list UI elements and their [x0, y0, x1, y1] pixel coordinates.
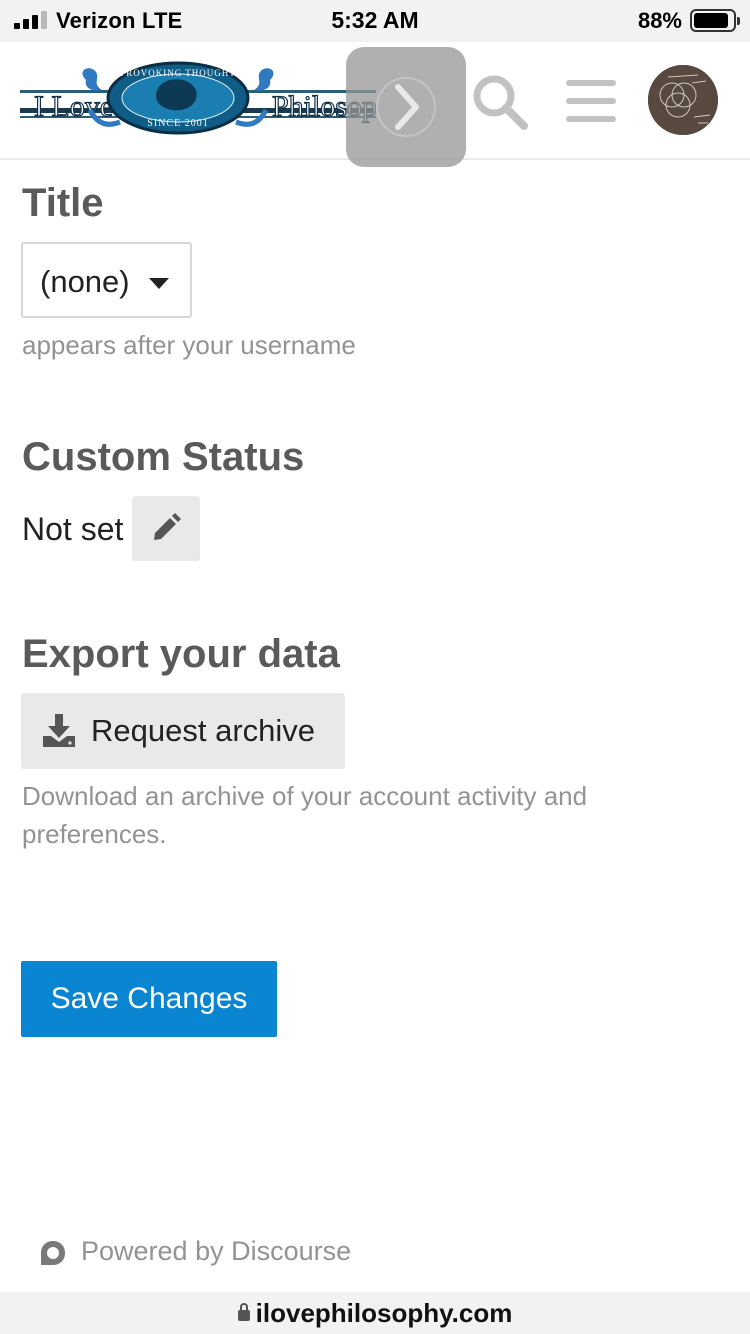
edit-status-button[interactable]	[132, 496, 200, 561]
logo-ring-bottom: SINCE 2001	[147, 118, 208, 129]
site-header: I Love Philosophy PROVOKING THOUGHT SINC…	[0, 42, 750, 167]
avatar[interactable]	[648, 65, 718, 135]
browser-url-bar[interactable]: ilovephilosophy.com	[0, 1292, 750, 1334]
logo-ring-top: PROVOKING THOUGHT	[120, 68, 236, 78]
title-select-value: (none)	[40, 264, 130, 299]
status-bar: Verizon LTE 5:32 AM 88%	[0, 0, 750, 42]
hamburger-menu-icon[interactable]	[566, 80, 618, 124]
download-icon	[43, 714, 75, 747]
chevron-right-icon	[376, 77, 436, 137]
custom-status-heading: Custom Status	[22, 435, 305, 479]
export-help-text: Download an archive of your account acti…	[22, 781, 588, 849]
battery-icon	[690, 9, 740, 32]
lock-icon	[237, 1303, 250, 1321]
powered-by-label: Powered by Discourse	[81, 1236, 352, 1266]
avatar-image	[648, 65, 718, 135]
caret-down-icon	[149, 278, 169, 289]
title-select[interactable]: (none)	[21, 242, 192, 318]
battery-percent: 88%	[637, 8, 682, 33]
search-icon	[473, 75, 528, 130]
site-logo-image: I Love Philosophy PROVOKING THOUGHT SINC…	[20, 61, 376, 135]
site-logo[interactable]: I Love Philosophy PROVOKING THOUGHT SINC…	[20, 60, 376, 140]
custom-status-value: Not set	[22, 511, 124, 547]
url-domain: ilovephilosophy.com	[255, 1298, 513, 1328]
forward-button[interactable]	[346, 47, 466, 167]
title-heading: Title	[22, 181, 104, 225]
save-changes-label: Save Changes	[50, 982, 248, 1015]
save-changes-button[interactable]: Save Changes	[21, 961, 277, 1037]
title-help-text: appears after your username	[22, 330, 356, 360]
request-archive-label: Request archive	[91, 713, 316, 748]
discourse-icon	[41, 1241, 65, 1265]
request-archive-button[interactable]: Request archive	[21, 693, 345, 769]
url-display: ilovephilosophy.com	[0, 1298, 750, 1329]
export-heading: Export your data	[22, 632, 340, 676]
search-button[interactable]	[470, 72, 532, 134]
pencil-icon	[154, 513, 181, 540]
logo-left-text: I Love	[34, 90, 113, 123]
